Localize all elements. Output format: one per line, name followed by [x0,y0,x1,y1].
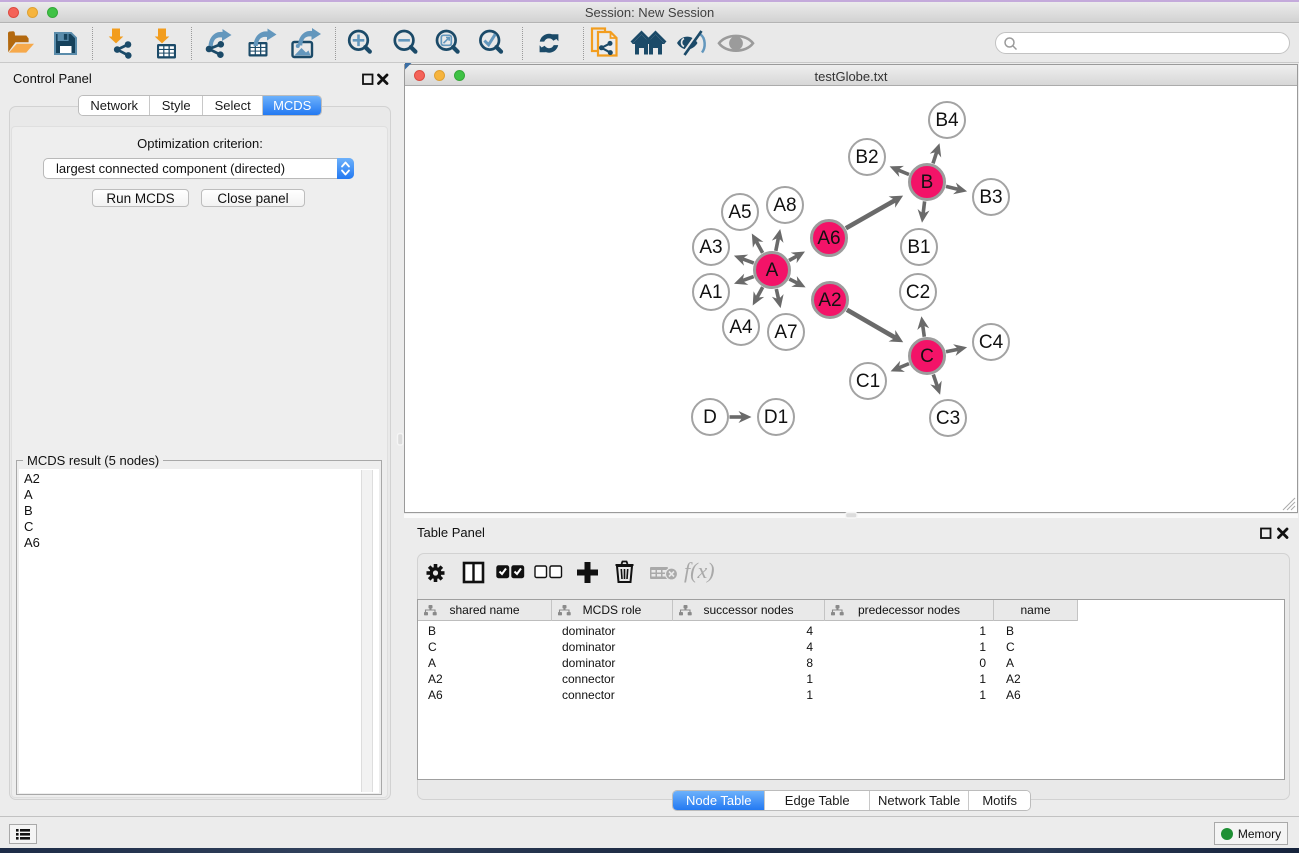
svg-text:A8: A8 [773,195,796,216]
svg-text:B2: B2 [855,147,878,168]
svg-text:A4: A4 [729,317,753,338]
svg-text:C2: C2 [906,282,930,303]
svg-text:A3: A3 [699,237,722,258]
svg-text:A5: A5 [728,202,751,223]
svg-text:C4: C4 [979,332,1004,353]
svg-text:C: C [920,346,934,367]
svg-text:C3: C3 [936,408,960,429]
svg-text:B: B [921,172,934,193]
svg-text:A2: A2 [818,290,841,311]
svg-text:A6: A6 [817,228,840,249]
svg-text:A7: A7 [774,322,797,343]
svg-text:B3: B3 [979,187,1002,208]
svg-text:A: A [766,260,779,281]
svg-text:A1: A1 [699,282,722,303]
svg-text:B1: B1 [907,237,930,258]
svg-text:C1: C1 [856,371,880,392]
svg-text:B4: B4 [935,110,959,131]
svg-text:D1: D1 [764,407,788,428]
svg-text:D: D [703,407,717,428]
